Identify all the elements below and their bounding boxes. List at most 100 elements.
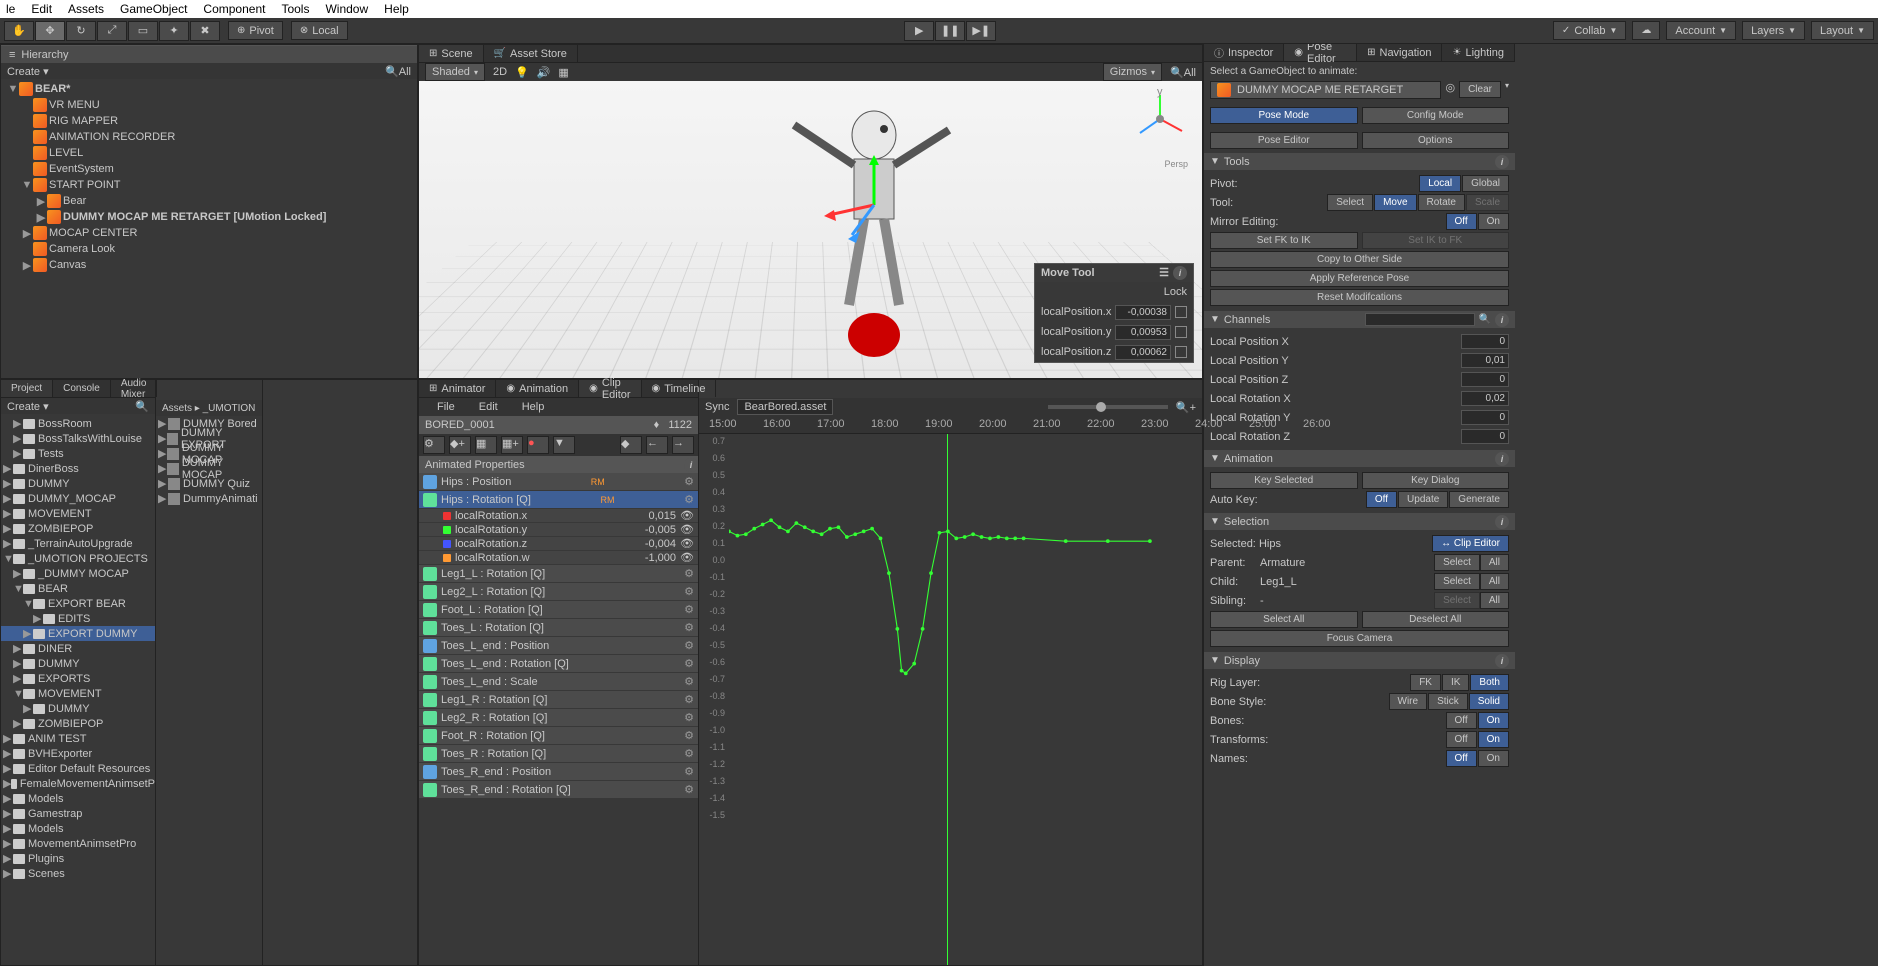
selection-header[interactable]: ▼ Selectioni xyxy=(1204,513,1515,530)
menu-edit[interactable]: Edit xyxy=(31,2,52,16)
pivot-toggle[interactable]: ⊕ Pivot xyxy=(228,21,283,40)
apply-ref-pose-button[interactable]: Apply Reference Pose xyxy=(1210,270,1509,287)
lighting-tab[interactable]: ☀ Lighting xyxy=(1442,44,1515,61)
eye-icon[interactable]: 👁 xyxy=(680,551,694,564)
folder-item[interactable]: ▶DINER xyxy=(1,641,155,656)
folder-item[interactable]: ▶EXPORTS xyxy=(1,671,155,686)
project-create[interactable]: Create ▾ xyxy=(7,400,49,413)
gear-icon[interactable]: ⚙ xyxy=(684,493,694,506)
clip-edit[interactable]: Edit xyxy=(479,401,498,413)
gear-icon[interactable]: ⚙ xyxy=(684,675,694,688)
zoom-in-icon[interactable]: 🔍+ xyxy=(1176,401,1196,414)
property-row[interactable]: Leg1_R : Rotation [Q]⚙ xyxy=(419,691,698,709)
channel-input[interactable] xyxy=(1461,372,1509,387)
menu-component[interactable]: Component xyxy=(203,2,265,16)
property-row[interactable]: Toes_L_end : Scale⚙ xyxy=(419,673,698,691)
asset-store-tab[interactable]: 🛒 Asset Store xyxy=(484,45,578,62)
channels-header[interactable]: ▼ Channels 🔍 i xyxy=(1204,311,1515,328)
animator-tab[interactable]: ⊞ Animator xyxy=(419,380,496,397)
folder-item[interactable]: ▼MOVEMENT xyxy=(1,686,155,701)
hierarchy-item[interactable]: ANIMATION RECORDER xyxy=(1,129,417,145)
audio-icon[interactable]: 🔊 xyxy=(537,66,551,79)
folder-item[interactable]: ▶Tests xyxy=(1,446,155,461)
clip-help[interactable]: Help xyxy=(522,401,545,413)
scale-tool-btn[interactable]: Scale xyxy=(1466,194,1509,211)
bones-off[interactable]: Off xyxy=(1446,712,1477,729)
folder-item[interactable]: ▶Models xyxy=(1,791,155,806)
property-row[interactable]: Foot_L : Rotation [Q]⚙ xyxy=(419,601,698,619)
gameobject-selector[interactable]: DUMMY MOCAP ME RETARGET xyxy=(1210,81,1441,99)
scale-tool[interactable]: ⤢ xyxy=(97,21,127,41)
hierarchy-search[interactable]: 🔍All xyxy=(385,65,411,78)
asset-field[interactable]: BearBored.asset xyxy=(737,399,833,415)
folder-item[interactable]: ▶DUMMY_MOCAP xyxy=(1,491,155,506)
hierarchy-item[interactable]: ▶DUMMY MOCAP ME RETARGET [UMotion Locked… xyxy=(1,209,417,225)
parent-all[interactable]: All xyxy=(1480,554,1509,571)
menu-file[interactable]: le xyxy=(6,2,15,16)
folder-item[interactable]: ▶BossRoom xyxy=(1,416,155,431)
hierarchy-item[interactable]: ▼BEAR* xyxy=(1,81,417,97)
gizmos-dropdown[interactable]: Gizmos ▾ xyxy=(1103,63,1162,81)
asset-file[interactable]: ▶DummyAnimati xyxy=(156,491,262,506)
transforms-off[interactable]: Off xyxy=(1446,731,1477,748)
property-row[interactable]: Toes_R : Rotation [Q]⚙ xyxy=(419,745,698,763)
record-icon[interactable]: ● xyxy=(527,436,549,454)
zoom-slider[interactable] xyxy=(1048,405,1168,409)
info-icon[interactable]: i xyxy=(1173,266,1187,280)
deselect-all-button[interactable]: Deselect All xyxy=(1362,611,1510,628)
rig-fk[interactable]: FK xyxy=(1410,674,1441,691)
property-row[interactable]: Hips : PositionRM⚙ xyxy=(419,473,698,491)
play-button[interactable]: ▶ xyxy=(904,21,934,41)
bone-wire[interactable]: Wire xyxy=(1389,693,1428,710)
property-row[interactable]: Toes_L : Rotation [Q]⚙ xyxy=(419,619,698,637)
clip-editor-tab[interactable]: ◉ Clip Editor xyxy=(579,380,641,397)
channel-input[interactable] xyxy=(1461,334,1509,349)
prev-key-icon[interactable]: ← xyxy=(646,436,668,454)
bones-on[interactable]: On xyxy=(1478,712,1509,729)
menu-assets[interactable]: Assets xyxy=(68,2,104,16)
channel-input[interactable] xyxy=(1461,353,1509,368)
pose-editor-button[interactable]: Pose Editor xyxy=(1210,132,1358,149)
copy-other-side-button[interactable]: Copy to Other Side xyxy=(1210,251,1509,268)
folder-item[interactable]: ▶ZOMBIEPOP xyxy=(1,716,155,731)
lock-checkbox[interactable] xyxy=(1175,306,1187,318)
property-row[interactable]: Toes_R_end : Rotation [Q]⚙ xyxy=(419,781,698,799)
move-tool[interactable]: ✥ xyxy=(35,21,65,41)
scene-viewport[interactable]: y Persp Move Tool☰i Lock localPosition.x… xyxy=(419,81,1202,378)
gear-icon[interactable]: ⚙ xyxy=(684,639,694,652)
eye-icon[interactable]: 👁 xyxy=(680,537,694,550)
hierarchy-item[interactable]: RIG MAPPER xyxy=(1,113,417,129)
gear-icon[interactable]: ⚙ xyxy=(684,567,694,580)
channel-input[interactable] xyxy=(1461,391,1509,406)
audio-mixer-tab[interactable]: Audio Mixer xyxy=(111,380,158,397)
info-icon[interactable]: i xyxy=(1495,313,1509,327)
hierarchy-item[interactable]: ▶MOCAP CENTER xyxy=(1,225,417,241)
property-row[interactable]: Leg2_R : Rotation [Q]⚙ xyxy=(419,709,698,727)
position-input[interactable] xyxy=(1115,305,1171,320)
target-icon[interactable]: ◎ xyxy=(1445,81,1455,99)
info-icon[interactable]: i xyxy=(1495,452,1509,466)
layer-add-icon[interactable]: ▦+ xyxy=(501,436,523,454)
add-key-icon[interactable]: ◆+ xyxy=(449,436,471,454)
clear-button[interactable]: Clear xyxy=(1459,81,1501,98)
move-tool-btn[interactable]: Move xyxy=(1374,194,1416,211)
info-icon[interactable]: i xyxy=(1495,515,1509,529)
info-icon[interactable]: i xyxy=(684,458,698,472)
mirror-off[interactable]: Off xyxy=(1446,213,1477,230)
gear-icon[interactable]: ⚙ xyxy=(684,621,694,634)
bone-stick[interactable]: Stick xyxy=(1428,693,1468,710)
folder-item[interactable]: ▶Plugins xyxy=(1,851,155,866)
hierarchy-item[interactable]: ▼START POINT xyxy=(1,177,417,193)
folder-item[interactable]: ▶FemaleMovementAnimsetP xyxy=(1,776,155,791)
bone-solid[interactable]: Solid xyxy=(1469,693,1509,710)
info-icon[interactable]: i xyxy=(1495,155,1509,169)
eye-icon[interactable]: 👁 xyxy=(680,509,694,522)
folder-item[interactable]: ▶ANIM TEST xyxy=(1,731,155,746)
2d-toggle[interactable]: 2D xyxy=(493,66,507,78)
fk-to-ik-button[interactable]: Set FK to IK xyxy=(1210,232,1358,249)
rect-tool[interactable]: ▭ xyxy=(128,21,158,41)
menu-tools[interactable]: Tools xyxy=(281,2,309,16)
rotate-tool-btn[interactable]: Rotate xyxy=(1418,194,1465,211)
autokey-off[interactable]: Off xyxy=(1366,491,1397,508)
property-row[interactable]: Leg2_L : Rotation [Q]⚙ xyxy=(419,583,698,601)
